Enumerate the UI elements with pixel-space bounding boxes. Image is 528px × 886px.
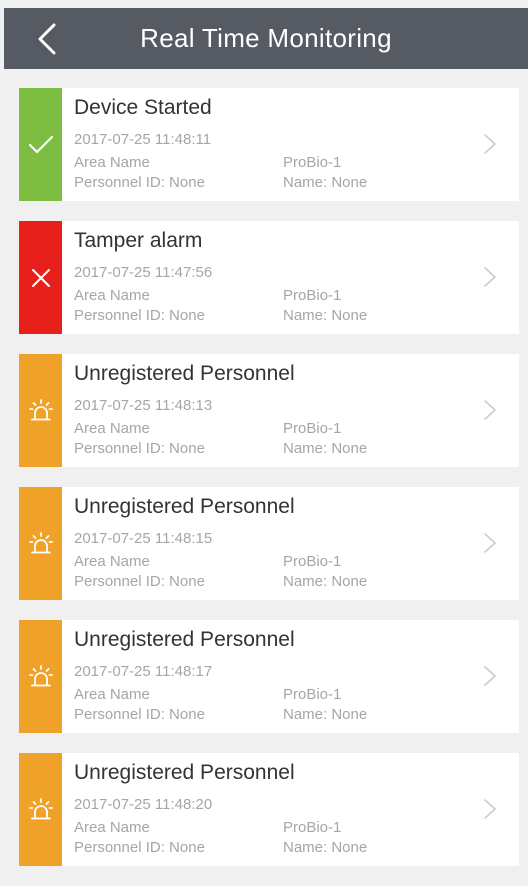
area-name-value: ProBio-1 [283,553,342,570]
area-name-value: ProBio-1 [283,686,342,703]
area-name-value: ProBio-1 [283,420,342,437]
status-indicator-success [19,88,62,201]
person-name: Name: None [283,706,368,723]
event-card[interactable]: Unregistered Personnel 2017-07-25 11:48:… [19,753,519,866]
person-name: Name: None [283,440,368,457]
chevron-right-icon [484,799,496,819]
personnel-id: Personnel ID: None [74,174,205,191]
chevron-left-icon [38,23,56,54]
person-name: Name: None [283,839,368,856]
page-title: Real Time Monitoring [140,23,392,53]
event-title: Tamper alarm [74,229,203,252]
check-icon [28,135,53,153]
alarm-light-icon [28,531,53,553]
personnel-id: Personnel ID: None [74,440,205,457]
area-name-value: ProBio-1 [283,819,342,836]
top-bar: Real Time Monitoring [4,8,528,69]
alarm-light-icon [28,797,53,819]
status-indicator-warning [19,753,62,866]
event-card[interactable]: Unregistered Personnel 2017-07-25 11:48:… [19,354,519,467]
event-list: Device Started 2017-07-25 11:48:11 Area … [0,88,528,886]
event-timestamp: 2017-07-25 11:48:15 [74,530,213,547]
area-name-label: Area Name [74,154,150,171]
personnel-id: Personnel ID: None [74,307,205,324]
back-button[interactable] [24,8,70,69]
event-timestamp: 2017-07-25 11:48:13 [74,397,213,414]
event-timestamp: 2017-07-25 11:48:17 [74,663,213,680]
personnel-id: Personnel ID: None [74,706,205,723]
chevron-right-icon [484,400,496,420]
area-name-label: Area Name [74,287,150,304]
event-title: Unregistered Personnel [74,495,295,518]
event-title: Unregistered Personnel [74,761,295,784]
event-title: Device Started [74,96,212,119]
chevron-right-icon [484,533,496,553]
event-timestamp: 2017-07-25 11:48:11 [74,131,212,148]
person-name: Name: None [283,573,368,590]
chevron-right-icon [484,134,496,154]
personnel-id: Personnel ID: None [74,839,205,856]
status-indicator-warning [19,354,62,467]
close-icon [31,268,50,287]
person-name: Name: None [283,174,368,191]
event-title: Unregistered Personnel [74,362,295,385]
person-name: Name: None [283,307,368,324]
event-card[interactable]: Tamper alarm 2017-07-25 11:47:56 Area Na… [19,221,519,334]
status-indicator-warning [19,487,62,600]
event-timestamp: 2017-07-25 11:48:20 [74,796,213,813]
chevron-right-icon [484,267,496,287]
alarm-light-icon [28,398,53,420]
area-name-label: Area Name [74,420,150,437]
event-timestamp: 2017-07-25 11:47:56 [74,264,213,281]
area-name-value: ProBio-1 [283,154,342,171]
event-card[interactable]: Unregistered Personnel 2017-07-25 11:48:… [19,620,519,733]
area-name-value: ProBio-1 [283,287,342,304]
status-indicator-alarm [19,221,62,334]
personnel-id: Personnel ID: None [74,573,205,590]
event-title: Unregistered Personnel [74,628,295,651]
status-indicator-warning [19,620,62,733]
area-name-label: Area Name [74,553,150,570]
area-name-label: Area Name [74,819,150,836]
alarm-light-icon [28,664,53,686]
event-card[interactable]: Device Started 2017-07-25 11:48:11 Area … [19,88,519,201]
area-name-label: Area Name [74,686,150,703]
event-card[interactable]: Unregistered Personnel 2017-07-25 11:48:… [19,487,519,600]
chevron-right-icon [484,666,496,686]
